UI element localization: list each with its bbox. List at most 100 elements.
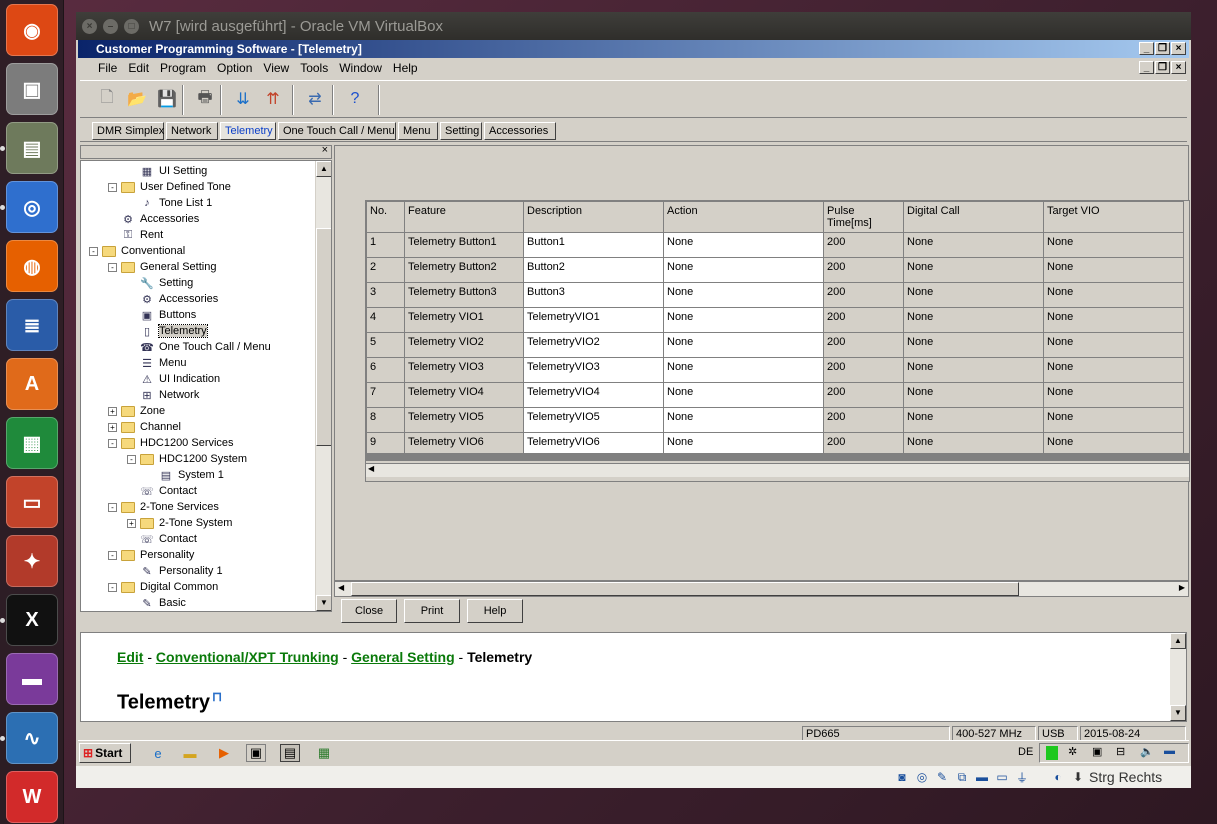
taskbar-app-icon[interactable]: ▣ bbox=[246, 744, 266, 762]
table-cell[interactable]: None bbox=[1043, 332, 1184, 358]
tree-item-accessories[interactable]: ⚙ Accessories bbox=[121, 211, 199, 227]
vbox-hdd-icon[interactable]: ◙ bbox=[894, 769, 910, 785]
print-icon[interactable]: 🖶 bbox=[192, 86, 218, 112]
tree-item-basic[interactable]: ✎ Basic bbox=[140, 595, 186, 611]
tab-one-touch-call-menu[interactable]: One Touch Call / Menu bbox=[278, 122, 396, 140]
vbox-title-bar[interactable]: × – □ W7 [wird ausgeführt] - Oracle VM V… bbox=[76, 12, 1191, 40]
menu-help[interactable]: Help bbox=[393, 61, 418, 75]
tree-item-menu[interactable]: ☰ Menu bbox=[140, 355, 186, 371]
collapse-icon[interactable]: - bbox=[108, 182, 117, 192]
writer-icon[interactable]: ≣ bbox=[6, 299, 58, 351]
help-scrollbar[interactable]: ▲ ▼ bbox=[1170, 633, 1186, 721]
explorer-icon[interactable]: ▬ bbox=[180, 744, 200, 762]
table-cell[interactable]: Telemetry Button2 bbox=[404, 257, 524, 283]
table-cell[interactable]: None bbox=[663, 307, 824, 333]
tree-scrollbar[interactable]: ▲ ▼ bbox=[315, 161, 331, 611]
table-cell[interactable]: 200 bbox=[823, 307, 904, 333]
tray-desktop-icon[interactable]: ▬ bbox=[1164, 745, 1175, 757]
table-cell[interactable]: None bbox=[1043, 382, 1184, 408]
tray-green-icon[interactable] bbox=[1046, 746, 1058, 760]
vbox-network-icon[interactable]: ⧉ bbox=[954, 769, 970, 785]
doc-close-button[interactable]: × bbox=[1171, 61, 1186, 74]
hscroll-thumb[interactable] bbox=[351, 582, 1019, 596]
close-button[interactable]: Close bbox=[341, 599, 397, 623]
vbox-capture-icon[interactable]: ◐ bbox=[1050, 769, 1066, 785]
tree-item-system-1[interactable]: ▤ System 1 bbox=[159, 467, 224, 483]
collapse-icon[interactable]: - bbox=[108, 582, 117, 592]
scroll-left-arrow-icon[interactable]: ◀ bbox=[338, 583, 344, 592]
table-cell[interactable]: TelemetryVIO2 bbox=[523, 332, 664, 358]
window-app-icon[interactable]: ▬ bbox=[6, 653, 58, 705]
software-center-icon[interactable]: A bbox=[6, 358, 58, 410]
table-cell[interactable]: TelemetryVIO4 bbox=[523, 382, 664, 408]
table-cell[interactable]: 200 bbox=[823, 282, 904, 308]
app-restore-button[interactable]: ❐ bbox=[1155, 42, 1170, 55]
table-cell[interactable]: None bbox=[663, 332, 824, 358]
vbox-optical-icon[interactable]: ◎ bbox=[914, 769, 930, 785]
tab-menu[interactable]: Menu bbox=[398, 122, 438, 140]
tree-item-rent[interactable]: ⚿ Rent bbox=[121, 227, 163, 243]
vbox-shared-folder-icon[interactable]: ▬ bbox=[974, 769, 990, 785]
tree-item-conventional[interactable]: - Conventional bbox=[89, 243, 185, 259]
table-cell[interactable]: 200 bbox=[823, 257, 904, 283]
tree-item-user-defined-tone[interactable]: - User Defined Tone bbox=[108, 179, 231, 195]
collapse-icon[interactable]: - bbox=[108, 438, 117, 448]
table-cell[interactable]: Telemetry Button3 bbox=[404, 282, 524, 308]
system-monitor-icon[interactable]: ∿ bbox=[6, 712, 58, 764]
table-cell[interactable]: None bbox=[663, 407, 824, 433]
table-cell[interactable]: None bbox=[903, 282, 1044, 308]
column-header[interactable]: Description bbox=[523, 201, 664, 233]
tree-item-ui-indication[interactable]: ⚠ UI Indication bbox=[140, 371, 220, 387]
camera-icon[interactable]: ▣ bbox=[6, 63, 58, 115]
expand-icon[interactable]: + bbox=[127, 518, 136, 528]
scroll-thumb[interactable] bbox=[316, 228, 331, 446]
language-indicator[interactable]: DE bbox=[1018, 746, 1033, 758]
tray-monitor-icon[interactable]: ▣ bbox=[1092, 745, 1102, 758]
tab-setting[interactable]: Setting bbox=[440, 122, 482, 140]
tab-dmr-simplex[interactable]: DMR Simplex bbox=[92, 122, 164, 140]
collapse-icon[interactable]: - bbox=[108, 550, 117, 560]
crumb-conventional-link[interactable]: Conventional/XPT Trunking bbox=[156, 649, 339, 665]
calc-icon[interactable]: ▦ bbox=[6, 417, 58, 469]
save-icon[interactable]: 💾 bbox=[154, 86, 180, 112]
tree-item-buttons[interactable]: ▣ Buttons bbox=[140, 307, 197, 323]
table-cell[interactable]: None bbox=[1043, 407, 1184, 433]
cps-taskbar-icon[interactable]: ▤ bbox=[280, 744, 300, 762]
table-cell[interactable]: Telemetry VIO5 bbox=[404, 407, 524, 433]
app-close-button[interactable]: × bbox=[1171, 42, 1186, 55]
vbox-arrow-icon[interactable]: ⬇ bbox=[1070, 769, 1086, 785]
table-cell[interactable]: Telemetry VIO3 bbox=[404, 357, 524, 383]
vbox-audio-icon[interactable]: ✎ bbox=[934, 769, 950, 785]
new-icon[interactable]: 🗋 bbox=[94, 86, 120, 112]
column-header[interactable]: Action bbox=[663, 201, 824, 233]
expand-icon[interactable]: + bbox=[108, 422, 117, 432]
start-button[interactable]: ⊞ Start bbox=[79, 743, 131, 763]
scroll-left-arrow-icon[interactable]: ◀ bbox=[368, 464, 374, 473]
doc-restore-button[interactable]: ❐ bbox=[1155, 61, 1170, 74]
collapse-icon[interactable]: - bbox=[89, 246, 98, 256]
collapse-icon[interactable]: - bbox=[108, 262, 117, 272]
expand-icon[interactable]: + bbox=[108, 406, 117, 416]
maximize-icon[interactable]: □ bbox=[124, 18, 139, 34]
tray-settings-icon[interactable]: ✲ bbox=[1068, 745, 1077, 758]
table-cell[interactable]: 200 bbox=[823, 232, 904, 258]
close-icon[interactable]: × bbox=[82, 18, 97, 34]
tray-network-icon[interactable]: ⊟ bbox=[1116, 745, 1125, 758]
tree-close-icon[interactable]: × bbox=[322, 144, 328, 156]
table-cell[interactable]: None bbox=[1043, 357, 1184, 383]
tree-item-zone[interactable]: + Zone bbox=[108, 403, 165, 419]
read-radio-icon[interactable]: ⇊ bbox=[230, 86, 256, 112]
tree-item-contact[interactable]: ☏ Contact bbox=[140, 531, 197, 547]
table-cell[interactable]: Telemetry VIO4 bbox=[404, 382, 524, 408]
tree-item-contact[interactable]: ☏ Contact bbox=[140, 483, 197, 499]
table-cell[interactable]: None bbox=[903, 307, 1044, 333]
column-header[interactable]: Feature bbox=[404, 201, 524, 233]
table-cell[interactable]: None bbox=[903, 382, 1044, 408]
table-cell[interactable]: Telemetry Button1 bbox=[404, 232, 524, 258]
clone-icon[interactable]: ⇄ bbox=[302, 86, 328, 112]
collapse-icon[interactable]: - bbox=[108, 502, 117, 512]
table-cell[interactable]: Telemetry VIO1 bbox=[404, 307, 524, 333]
open-icon[interactable]: 📂 bbox=[124, 86, 150, 112]
minimize-icon[interactable]: – bbox=[103, 18, 118, 34]
menu-program[interactable]: Program bbox=[160, 61, 206, 75]
